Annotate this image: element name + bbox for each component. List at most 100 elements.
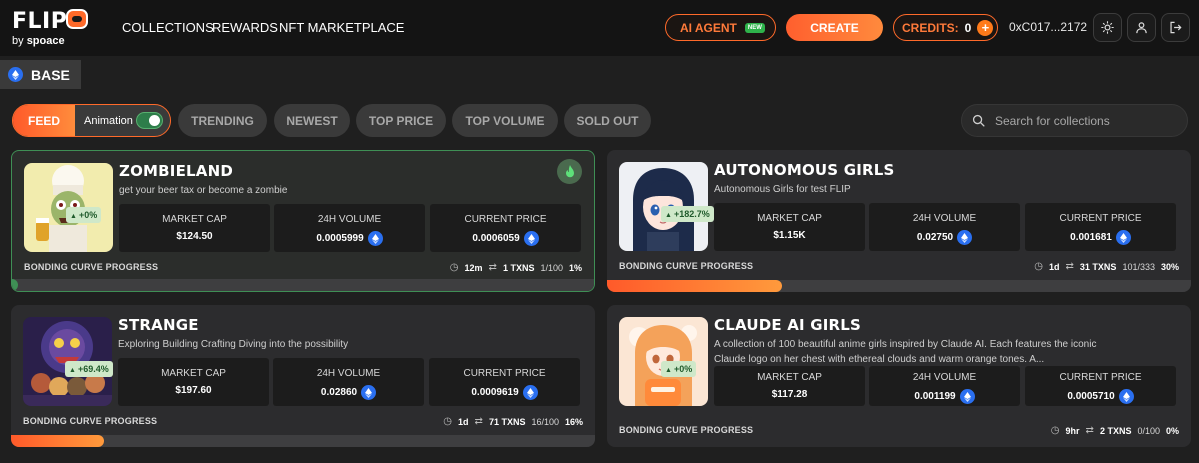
stat-label: CURRENT PRICE [1059, 372, 1142, 383]
bonding-curve-label: BONDING CURVE PROGRESS [619, 261, 754, 271]
bonding-curve-label: BONDING CURVE PROGRESS [23, 416, 158, 426]
ai-agent-button[interactable]: AI AGENT NEW [665, 14, 776, 41]
logout-icon [1170, 21, 1182, 34]
swap-icon: ⇄ [488, 262, 497, 273]
market-cap-stat: MARKET CAP $124.50 [119, 204, 270, 252]
stat-label: CURRENT PRICE [1059, 213, 1142, 224]
stat-label: MARKET CAP [757, 372, 822, 383]
clock-icon: ◷ [1050, 425, 1060, 436]
card-age: 9hr [1065, 425, 1080, 436]
flip-logo[interactable]: FLIP by spoace [12, 5, 94, 51]
stat-label: 24H VOLUME [316, 368, 381, 379]
card-supply: 0/100 [1137, 425, 1160, 436]
logout-button[interactable] [1161, 13, 1190, 42]
collection-description: Autonomous Girls for test FLIP [714, 184, 851, 195]
card-txns: 2 TXNS [1099, 425, 1132, 436]
volume-value: 0.02860 [320, 387, 358, 398]
volume-stat: 24H VOLUME 0.001199 [869, 366, 1020, 406]
chain-selector[interactable]: BASE [0, 60, 81, 89]
tab-top-price[interactable]: TOP PRICE [356, 104, 446, 137]
price-change-badge: ▲ +0% [66, 207, 102, 223]
nav-rewards[interactable]: REWARDS [212, 20, 278, 35]
credits-button[interactable]: CREDITS: 0 + [893, 14, 998, 41]
eth-icon [523, 231, 539, 246]
swap-icon: ⇄ [1065, 261, 1074, 272]
bonding-curve-label: BONDING CURVE PROGRESS [24, 262, 159, 272]
robot-icon [66, 9, 88, 29]
progress-fill [607, 280, 783, 292]
swap-icon: ⇄ [474, 416, 483, 427]
eth-icon [361, 385, 377, 400]
collection-name: STRANGE [118, 316, 199, 334]
price-stat: CURRENT PRICE 0.0006059 [430, 204, 581, 252]
tab-top-volume[interactable]: TOP VOLUME [452, 104, 558, 137]
create-button[interactable]: CREATE [786, 14, 883, 41]
tab-sold-out[interactable]: SOLD OUT [564, 104, 651, 137]
sun-icon [1101, 21, 1114, 34]
wallet-address[interactable]: 0xC017...2172 [1009, 20, 1087, 34]
card-txns: 1 TXNS [502, 262, 535, 273]
market-cap-value: $124.50 [176, 231, 213, 242]
animation-label: Animation [84, 115, 133, 127]
collection-name: AUTONOMOUS GIRLS [714, 161, 895, 179]
eth-icon [8, 67, 23, 82]
animation-toggle[interactable] [136, 112, 163, 129]
user-icon [1136, 22, 1147, 34]
eth-icon [367, 231, 383, 246]
clock-icon: ◷ [449, 262, 459, 273]
eth-icon [1118, 389, 1134, 404]
search-box [961, 104, 1188, 137]
nav-collections[interactable]: COLLECTIONS [122, 20, 214, 35]
stat-label: MARKET CAP [161, 368, 226, 379]
theme-toggle-button[interactable] [1093, 13, 1122, 42]
card-age: 12m [464, 262, 483, 273]
volume-value: 0.0005999 [316, 233, 364, 244]
plus-icon[interactable]: + [977, 19, 994, 36]
collection-card[interactable]: ▲ +0% ZOMBIELAND get your beer tax or bec… [11, 150, 595, 292]
card-progress-percent: 0% [1165, 425, 1179, 436]
card-age: 1d [1049, 261, 1060, 272]
market-cap-value: $197.60 [175, 385, 212, 396]
collection-card[interactable]: ▲ +182.7% AUTONOMOUS GIRLS Autonomous Gir… [607, 150, 1191, 292]
price-value: 0.0006059 [472, 233, 520, 244]
card-txns: 31 TXNS [1079, 261, 1117, 272]
card-progress-percent: 1% [568, 262, 582, 273]
collection-description: A collection of 100 beautiful anime girl… [714, 339, 1097, 365]
card-supply: 1/100 [540, 262, 563, 273]
tab-feed[interactable]: FEED [13, 105, 75, 136]
card-meta: ◷ 12m ⇄ 1 TXNS 1/100 1% [450, 262, 582, 273]
progress-track [11, 435, 595, 447]
card-progress-percent: 16% [564, 416, 583, 427]
collection-name: ZOMBIELAND [119, 162, 233, 180]
volume-value: 0.02750 [916, 232, 954, 243]
collection-card[interactable]: ▲ +69.4% STRANGE Exploring Building Craft… [11, 305, 595, 447]
profile-button[interactable] [1127, 13, 1156, 42]
tab-newest[interactable]: NEWEST [274, 104, 350, 137]
card-meta: ◷ 9hr ⇄ 2 TXNS 0/100 0% [1051, 425, 1179, 436]
top-bar: FLIP by spoace COLLECTIONS REWARDS NFT M… [0, 0, 1199, 56]
volume-stat: 24H VOLUME 0.02860 [273, 358, 424, 406]
eth-icon [522, 385, 538, 400]
card-meta: ◷ 1d ⇄ 31 TXNS 101/333 30% [1034, 261, 1179, 272]
price-change-value: +0% [78, 210, 98, 220]
price-value: 0.001681 [1070, 232, 1112, 243]
collection-card[interactable]: ▲ +0% CLAUDE AI GIRLS A collection of 100… [607, 305, 1191, 447]
new-badge: NEW [744, 22, 765, 33]
stat-label: 24H VOLUME [912, 213, 977, 224]
price-stat: CURRENT PRICE 0.0009619 [429, 358, 580, 406]
clock-icon: ◷ [1034, 261, 1044, 272]
logo-byline: by spoace [12, 35, 65, 47]
nav-nft-marketplace[interactable]: NFT MARKETPLACE [279, 20, 404, 35]
card-meta: ◷ 1d ⇄ 71 TXNS 16/100 16% [443, 416, 583, 427]
market-cap-stat: MARKET CAP $197.60 [118, 358, 269, 406]
collection-description: Exploring Building Crafting Diving into … [118, 339, 349, 350]
search-input[interactable] [995, 113, 1175, 128]
price-change-value: +69.4% [77, 364, 109, 374]
market-cap-value: $117.28 [771, 389, 808, 400]
card-supply: 16/100 [531, 416, 559, 427]
tab-trending[interactable]: TRENDING [178, 104, 267, 137]
card-progress-percent: 30% [1160, 261, 1179, 272]
market-cap-stat: MARKET CAP $1.15K [714, 203, 865, 251]
logo-brand: spoace [26, 35, 65, 47]
card-txns: 71 TXNS [488, 416, 526, 427]
